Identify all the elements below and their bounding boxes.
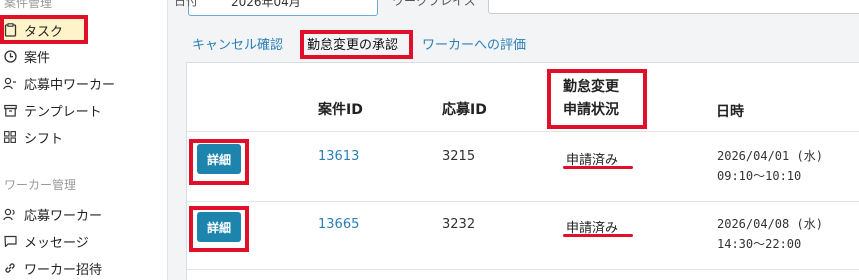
sidebar-item-label: テンプレート (24, 104, 102, 120)
header-case-id: 案件ID (318, 102, 363, 118)
people-icon (2, 206, 18, 222)
row-divider (187, 269, 859, 270)
tab-attendance-change-approval[interactable]: 勤怠変更の承認 (307, 34, 398, 53)
attendance-change-table: 案件ID 応募ID 勤怠変更 申請状況 日時 詳細 13613 3215 申請済… (186, 62, 859, 280)
sidebar-item-invite-workers[interactable]: ワーカー招待 (2, 256, 102, 280)
case-id-link[interactable]: 13665 (318, 217, 359, 232)
detail-button[interactable]: 詳細 (197, 212, 241, 242)
datetime-cell: 2026/04/08 (水) 14:30〜22:00 (717, 214, 823, 254)
workplace-input[interactable] (488, 0, 859, 14)
sidebar-item-label: 応募ワーカー (24, 208, 103, 224)
row-divider (187, 201, 859, 202)
sidebar-item-label: 応募中ワーカー (24, 77, 116, 93)
sidebar-item-task[interactable]: タスク (2, 18, 84, 42)
sidebar-item-messages[interactable]: メッセージ (2, 229, 89, 253)
header-datetime: 日時 (716, 104, 744, 120)
sidebar-item-shifts[interactable]: シフト (2, 125, 63, 149)
sidebar-section-title-worker: ワーカー管理 (4, 178, 77, 192)
archive-icon (2, 102, 18, 118)
person-icon (2, 75, 18, 91)
sidebar: 案件管理 タスク 案件 応募中ワーカー テンプレート シフト ワーカー管理 応募… (0, 0, 168, 280)
sidebar-item-label: メッセージ (24, 235, 89, 251)
time-text: 09:10〜10:10 (717, 169, 802, 183)
case-id-link[interactable]: 13613 (318, 149, 359, 164)
sidebar-item-label: 案件 (24, 50, 51, 66)
header-status-line2: 申請状況 (563, 102, 619, 118)
sidebar-item-label: ワーカー招待 (24, 262, 103, 278)
month-select[interactable]: 2026年04月 (188, 0, 378, 16)
chat-icon (2, 233, 18, 249)
tab-bar: キャンセル確認 勤怠変更の承認 ワーカーへの評価 (168, 28, 859, 62)
clock-icon (2, 48, 18, 64)
sidebar-item-applying-workers[interactable]: 応募中ワーカー (2, 71, 115, 95)
header-status-line1: 勤怠変更 (563, 79, 619, 95)
tab-worker-evaluation[interactable]: ワーカーへの評価 (422, 34, 526, 53)
sidebar-item-label: シフト (24, 131, 64, 147)
row-divider (187, 131, 859, 132)
datetime-cell: 2026/04/01 (水) 09:10〜10:10 (717, 146, 823, 186)
main-content: 2026年04月 日付 ワークプレイス キャンセル確認 勤怠変更の承認 ワーカー… (168, 0, 859, 280)
date-label: 日付 (174, 0, 199, 8)
clipboard-icon (2, 22, 18, 38)
workplace-label: ワークプレイス (392, 0, 476, 8)
sidebar-section-title-case: 案件管理 (4, 0, 53, 10)
grid-icon (2, 129, 18, 145)
sidebar-item-templates[interactable]: テンプレート (2, 98, 102, 122)
sidebar-item-cases[interactable]: 案件 (2, 44, 50, 68)
apply-id-cell: 3232 (442, 217, 476, 232)
date-text: 2026/04/08 (水) (717, 217, 823, 231)
detail-button[interactable]: 詳細 (197, 144, 241, 174)
sidebar-item-applicant-workers[interactable]: 応募ワーカー (2, 202, 102, 226)
status-underline (563, 234, 633, 237)
month-select-value: 2026年04月 (231, 0, 301, 9)
date-text: 2026/04/01 (水) (717, 149, 823, 163)
apply-id-cell: 3215 (442, 149, 476, 164)
header-apply-id: 応募ID (442, 102, 487, 118)
tab-cancel-confirm[interactable]: キャンセル確認 (192, 34, 283, 53)
time-text: 14:30〜22:00 (717, 237, 802, 251)
link-icon (2, 260, 18, 276)
sidebar-item-label: タスク (24, 24, 64, 40)
status-underline (563, 166, 633, 169)
